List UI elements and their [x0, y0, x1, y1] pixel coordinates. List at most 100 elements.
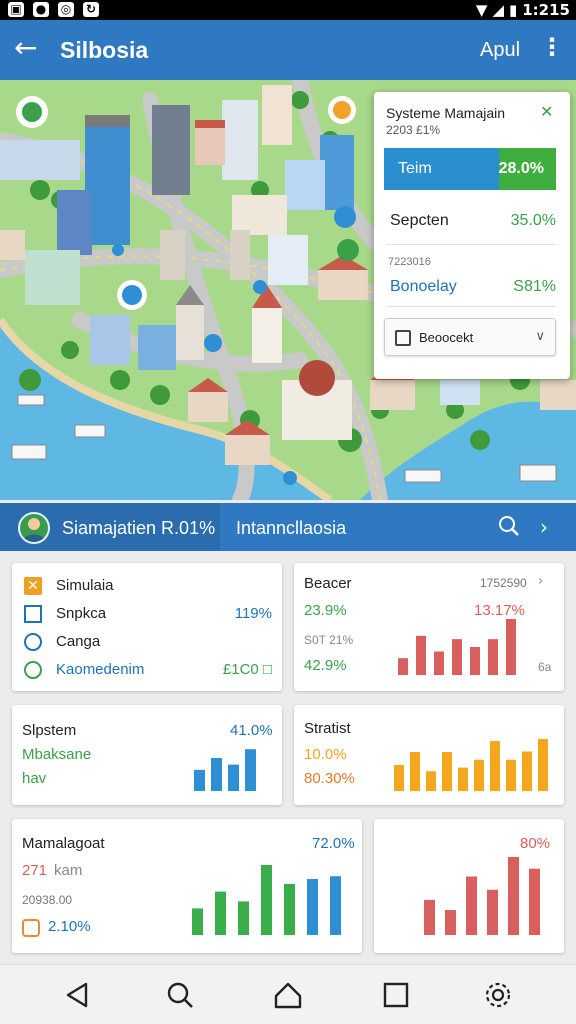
- blue-bar-card[interactable]: Slpstem Mbaksane hav 41.0%: [12, 705, 282, 805]
- chart-bar: [284, 883, 295, 935]
- card-value: 10.0%: [304, 746, 347, 763]
- legend-card[interactable]: ✕ Simulaia Snpkca 119% Canga Kaomedenim £1C0 □: [12, 563, 282, 691]
- close-icon[interactable]: ✕: [540, 102, 553, 121]
- chart-bar: [192, 908, 203, 935]
- blue-bar-chart: [194, 749, 256, 791]
- app-title: Silbosia: [60, 37, 149, 63]
- panel-row-label: Bonoelay: [390, 278, 457, 295]
- panel-row-label: Sepcten: [390, 212, 449, 229]
- card-title: Stratist: [304, 720, 351, 737]
- back-arrow-icon[interactable]: ←: [14, 34, 37, 62]
- gauge-icon: [24, 633, 42, 651]
- recents-icon[interactable]: [380, 979, 412, 1011]
- checkbox[interactable]: [395, 330, 411, 346]
- chart-bar: [211, 758, 222, 791]
- chart-bar: [466, 876, 477, 935]
- red-bar-chart: [398, 619, 516, 675]
- chevron-right-icon[interactable]: ›: [538, 574, 543, 589]
- progress-label: Teim: [398, 160, 432, 177]
- chart-bar: [434, 651, 444, 675]
- chart-bar: [398, 658, 408, 675]
- red-bar-card[interactable]: Beacer 1752590 › 23.9% 13.17% S0T 21% 42…: [294, 563, 564, 691]
- home-icon[interactable]: [272, 979, 304, 1011]
- progress-value: 28.0%: [498, 160, 544, 177]
- legend-value: £1C0 □: [222, 661, 272, 678]
- chart-bar: [410, 752, 420, 791]
- panel-row-value: 35.0%: [510, 212, 556, 229]
- clock: 1:215: [522, 1, 570, 19]
- chevron-down-icon: ∨: [535, 329, 545, 344]
- chart-bar: [215, 891, 226, 935]
- dropdown-value: Beoocekt: [419, 330, 474, 345]
- red-bar-card-2[interactable]: 80%: [374, 819, 564, 953]
- legend-label: Canga: [56, 633, 101, 650]
- chart-bar: [538, 739, 548, 791]
- app-bar-action[interactable]: Apul: [480, 39, 520, 62]
- dropdown-select[interactable]: Beoocekt ∨: [384, 318, 556, 356]
- chart-bar: [261, 865, 272, 935]
- card-title: Mamalagoat: [22, 835, 105, 852]
- chart-bar: [458, 767, 468, 791]
- card-value: 23.9%: [304, 602, 347, 619]
- chart-bar: [416, 635, 426, 675]
- chart-bar: [245, 749, 256, 791]
- chart-bar: [529, 868, 540, 935]
- card-label: kam: [54, 862, 83, 879]
- orange-square-icon: [22, 919, 40, 937]
- panel-row-sublabel: 7223016: [388, 256, 431, 268]
- orange-bar-card[interactable]: Stratist 10.0% 80.30%: [294, 705, 564, 805]
- card-value: 271: [22, 862, 48, 879]
- chart-bar: [522, 751, 532, 791]
- orange-bar-chart: [394, 739, 548, 791]
- chart-bar: [506, 619, 516, 675]
- search-icon[interactable]: [164, 979, 196, 1011]
- gallery-icon: ▣: [8, 2, 24, 17]
- card-title: Slpstem: [22, 722, 77, 739]
- signal-icon: ◢: [492, 1, 504, 19]
- card-label: hav: [22, 770, 47, 787]
- chart-bar: [394, 765, 404, 791]
- chart-bar: [474, 759, 484, 791]
- chart-bar: [228, 764, 239, 791]
- card-value: 42.9%: [304, 657, 347, 674]
- chart-bar: [424, 899, 435, 935]
- simulation-subtitle: Intanncllaosia: [236, 518, 347, 538]
- card-value: 41.0%: [230, 722, 273, 739]
- progress-bar: Teim 28.0%: [384, 148, 556, 190]
- red-bar-chart-2: [424, 857, 540, 935]
- card-sublabel: S0T 21%: [304, 633, 354, 647]
- legend-value: 119%: [234, 605, 272, 622]
- search-icon[interactable]: [498, 515, 520, 542]
- card-value: 80.30%: [304, 770, 355, 787]
- card-value: 2.10%: [48, 918, 91, 935]
- card-title: Beacer: [304, 575, 352, 592]
- panel-row-value: S81%: [513, 278, 556, 295]
- app-bar: ← Silbosia Apul ⋮: [0, 20, 576, 80]
- camera-icon: ●: [33, 2, 49, 17]
- system-panel: Systeme Mamajain 2203 £1% ✕ Teim 28.0% S…: [374, 92, 570, 379]
- alarm-icon: ◎: [58, 2, 74, 17]
- chart-bar: [452, 639, 462, 675]
- panel-subtitle: 2203 £1%: [386, 123, 441, 137]
- chevron-right-icon[interactable]: ›: [540, 515, 548, 539]
- gear-icon[interactable]: [482, 979, 514, 1011]
- chart-bar: [490, 741, 500, 791]
- chart-bar: [330, 876, 341, 935]
- back-triangle-icon[interactable]: [62, 979, 94, 1011]
- chart-bar: [470, 647, 480, 675]
- avatar[interactable]: [18, 512, 50, 544]
- battery-icon: ▮: [508, 1, 518, 19]
- card-corner-value: 1752590: [480, 576, 527, 590]
- more-options-icon[interactable]: ⋮: [540, 34, 564, 60]
- wifi-icon: ▼: [475, 1, 488, 19]
- legend-label: Snpkca: [56, 605, 107, 622]
- system-nav-bar: [0, 964, 576, 1024]
- panel-title: Systeme Mamajain: [386, 105, 506, 121]
- green-bar-chart: [192, 865, 341, 935]
- circle-icon: [24, 661, 42, 679]
- card-value: 13.17%: [474, 602, 525, 619]
- green-bar-card[interactable]: Mamalagoat 271 kam 20938.00 2.10% 72.0%: [12, 819, 362, 953]
- card-sublabel: 20938.00: [22, 893, 73, 907]
- card-footnote: 6a: [538, 660, 552, 674]
- legend-label: Simulaia: [56, 577, 114, 594]
